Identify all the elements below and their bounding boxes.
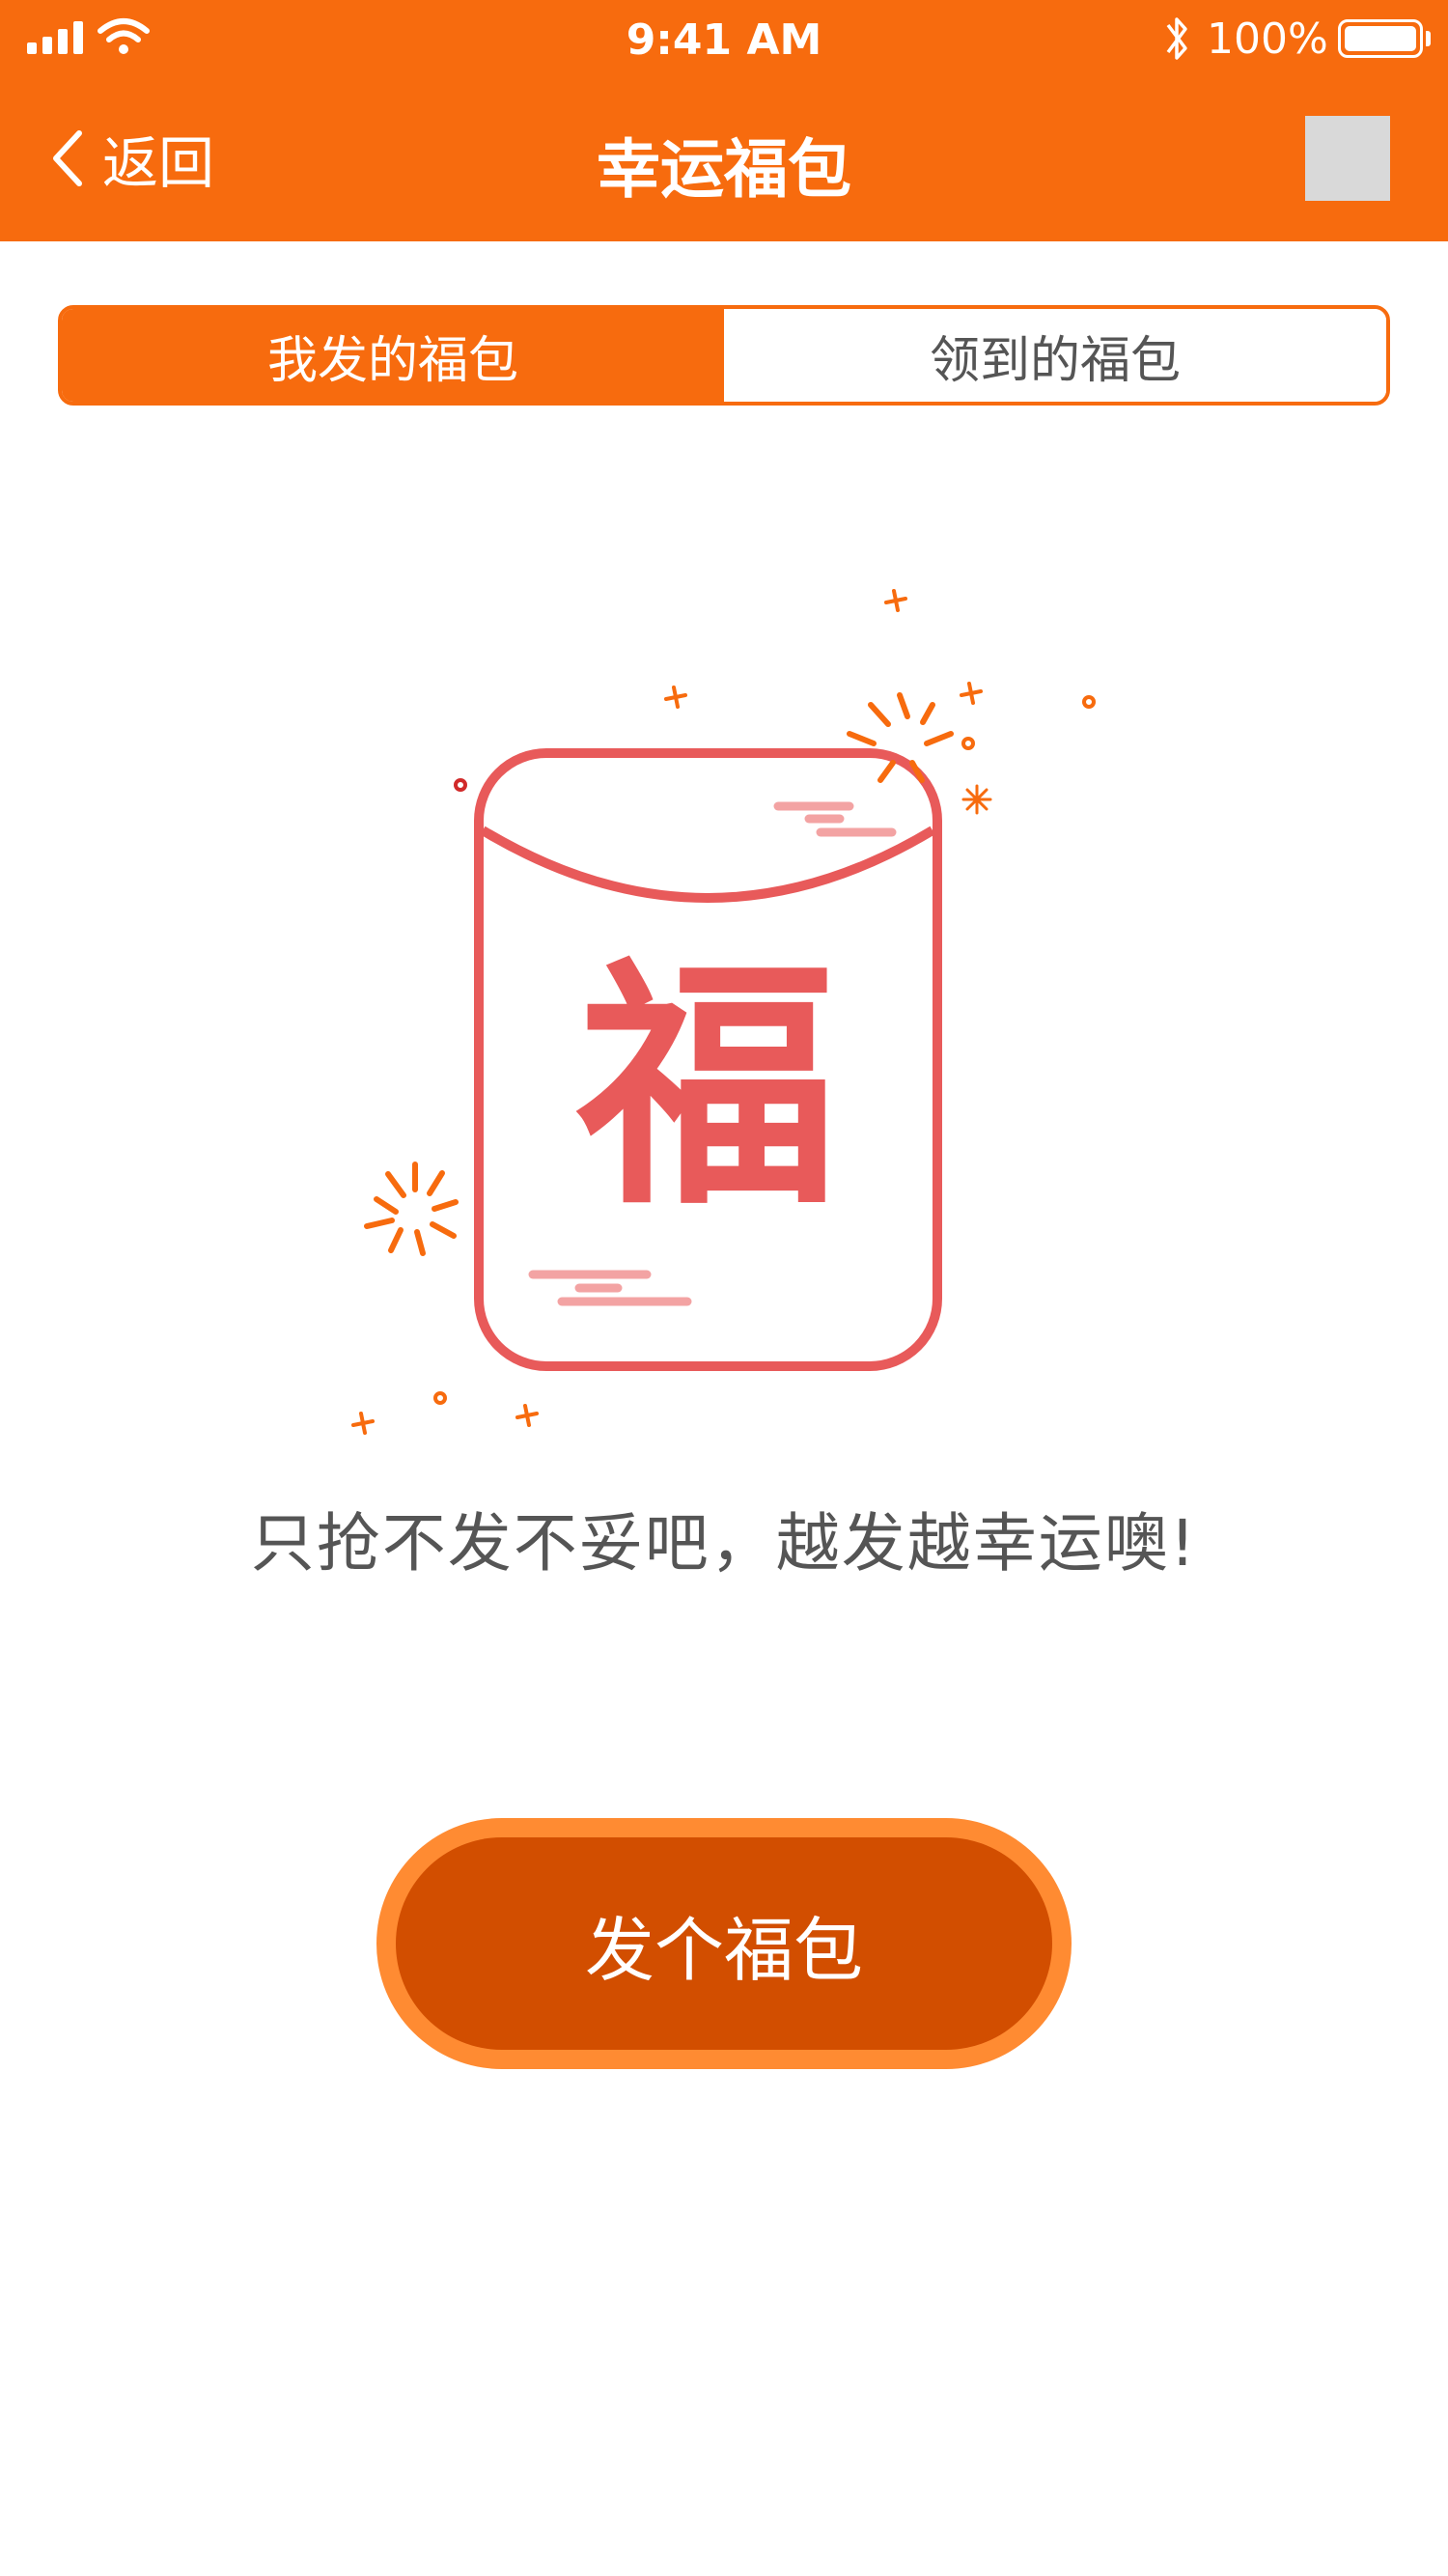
bluetooth-icon (1166, 17, 1187, 60)
empty-state-message: 只抢不发不妥吧，越发越幸运噢! (250, 1506, 1198, 1581)
send-envelope-button[interactable]: 发个福包 (396, 1837, 1052, 2050)
fu-character: 福 (573, 933, 838, 1240)
navigation-bar: 返回 幸运福包 (0, 81, 1448, 241)
small-star-icon (961, 784, 992, 815)
status-bar: 9:41 AM 100% (0, 0, 1448, 81)
lucky-red-envelope-icon: 福 (474, 748, 942, 1371)
send-envelope-button-ring: 发个福包 (376, 1818, 1072, 2069)
dot-sparkle-icon (454, 778, 467, 792)
segmented-tabs: 我发的福包 领到的福包 (58, 305, 1390, 406)
nav-right-placeholder[interactable] (1305, 116, 1390, 201)
header: 9:41 AM 100% 返回 幸运福包 (0, 0, 1448, 241)
dot-sparkle-icon (433, 1391, 447, 1405)
lucky-red-envelope-illustration: 福 (351, 589, 1096, 1435)
tab-sent-envelopes[interactable]: 我发的福包 (62, 309, 724, 402)
battery-icon (1338, 19, 1423, 58)
battery-tip (1426, 31, 1431, 46)
tab-received-envelopes[interactable]: 领到的福包 (724, 309, 1386, 402)
battery-percent: 100% (1207, 14, 1328, 64)
dot-sparkle-icon (961, 737, 975, 750)
dot-sparkle-icon (1082, 695, 1096, 709)
page-title: 幸运福包 (597, 132, 851, 207)
sparkle-burst-icon (364, 1162, 459, 1256)
